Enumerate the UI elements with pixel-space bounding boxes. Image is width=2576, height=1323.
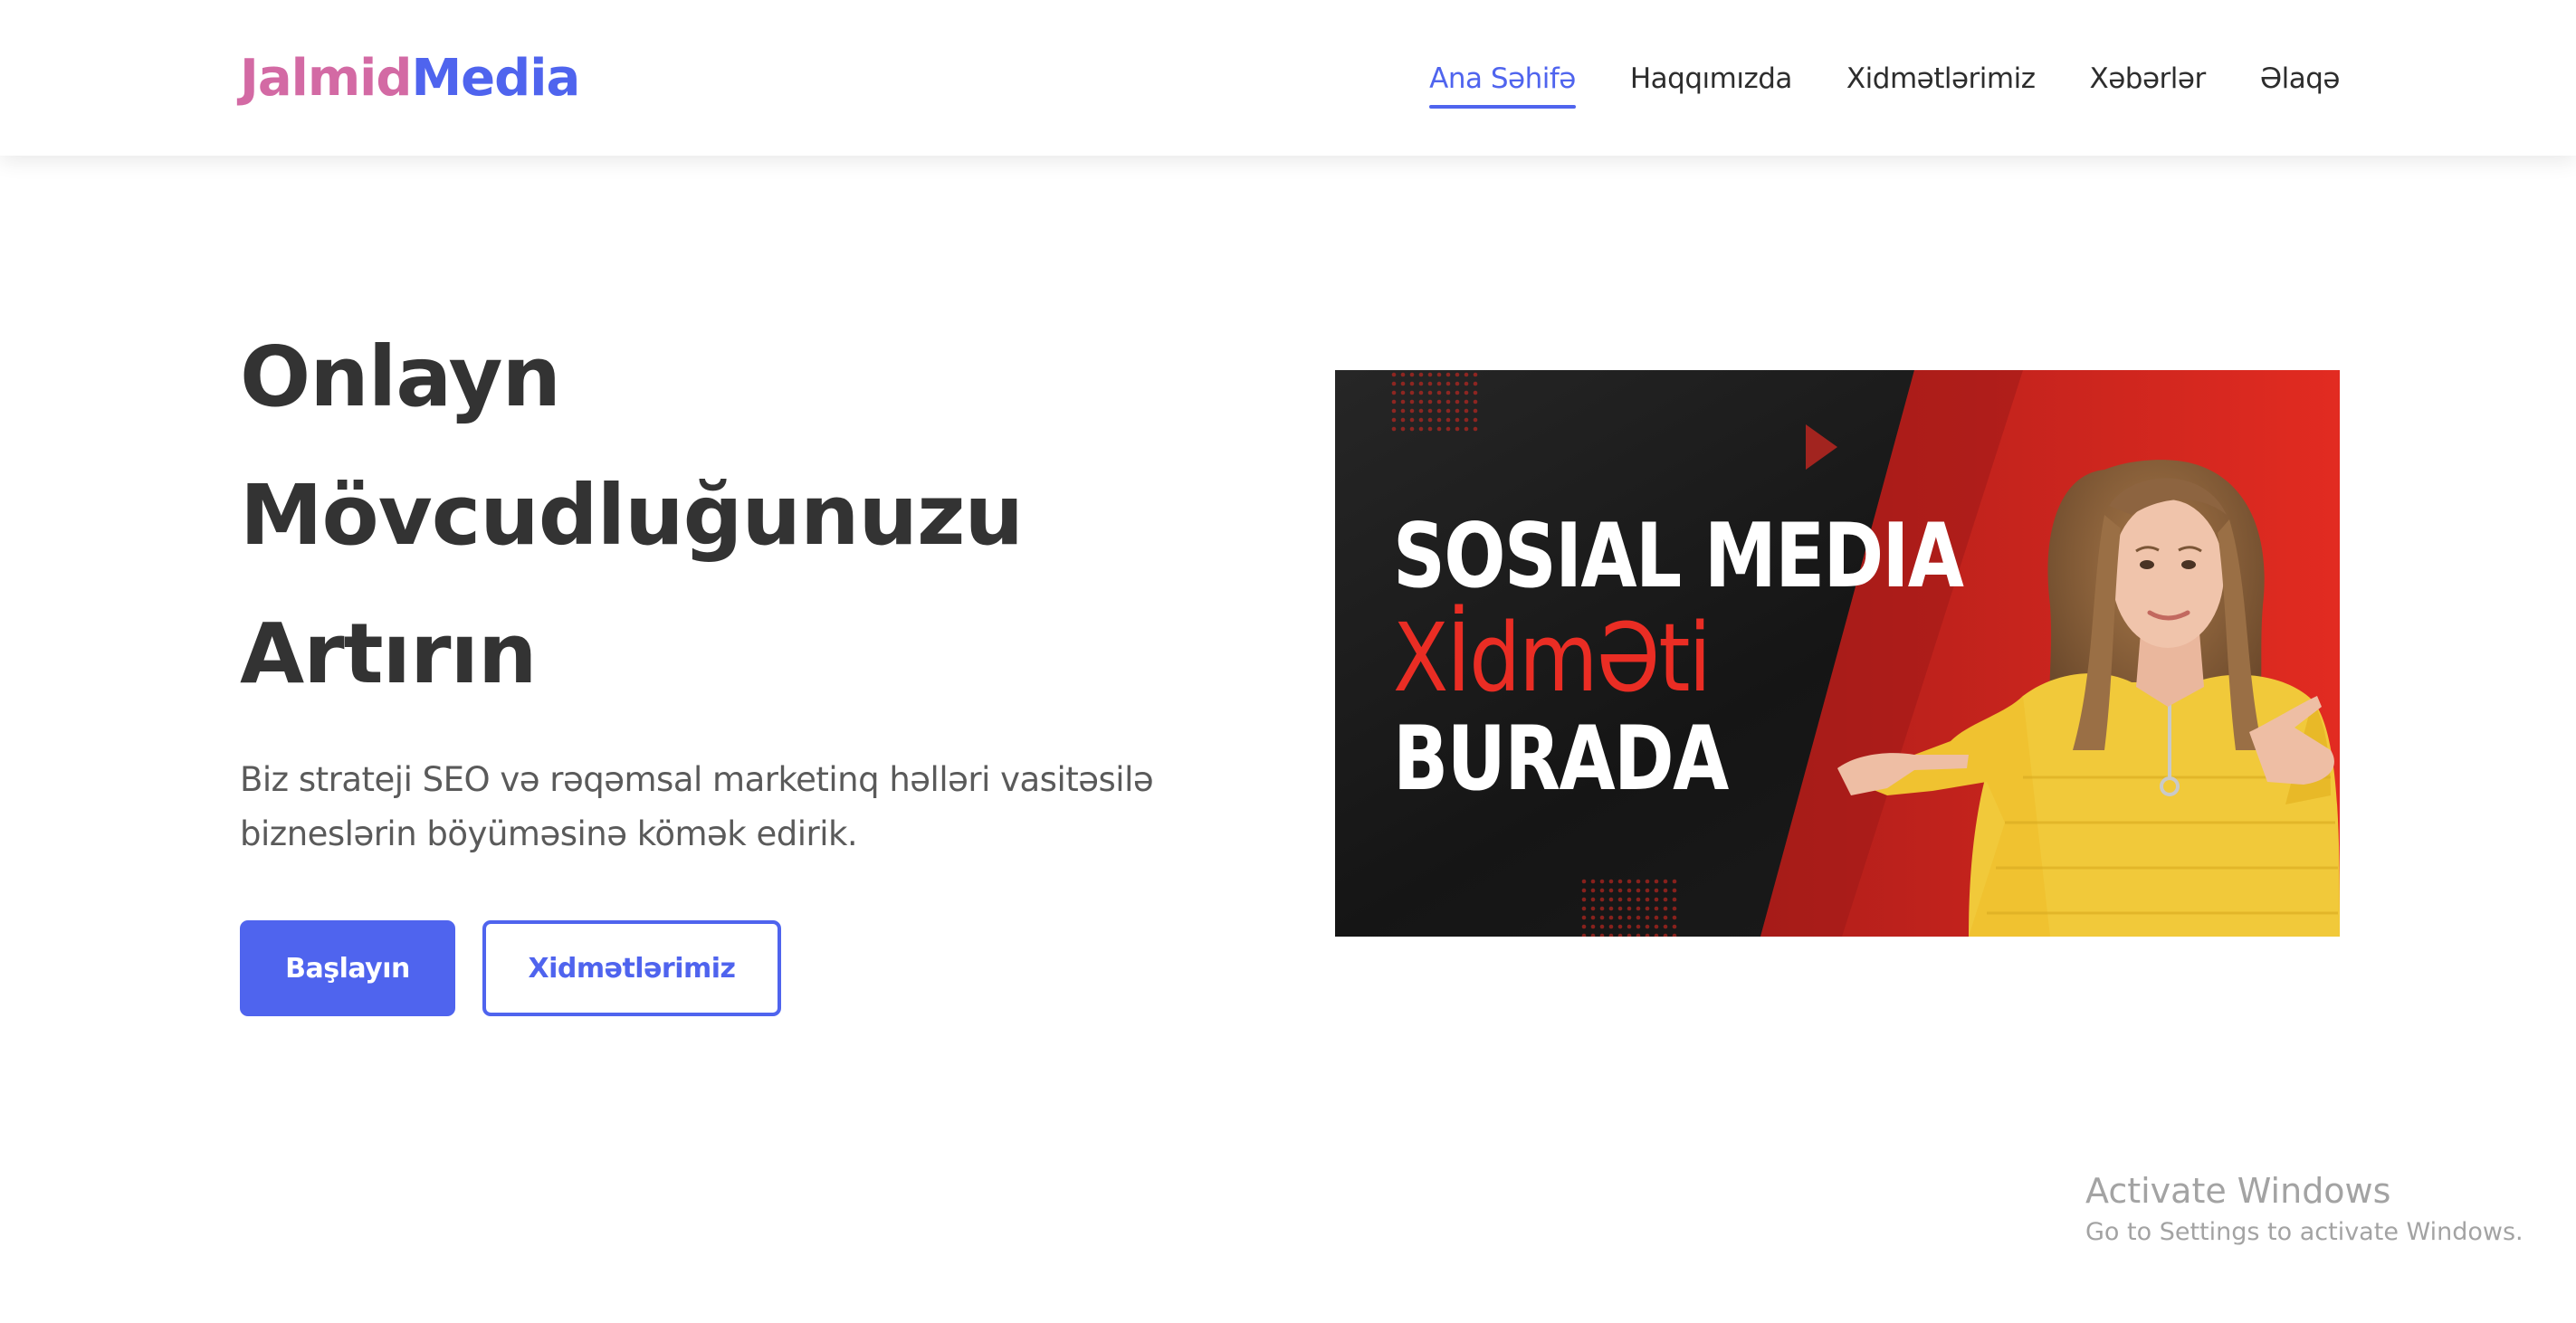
nav-link-news[interactable]: Xəbərlər	[2090, 56, 2207, 101]
logo-part-jalmid: Jalmid	[240, 49, 412, 108]
banner-line-1: SOSIAL MEDIA	[1393, 505, 1964, 608]
windows-activation-watermark: Activate Windows Go to Settings to activ…	[2085, 1167, 2524, 1251]
hero-title-line-2: Mövcudluğunuzu	[240, 467, 1024, 564]
banner-caption: SOSIAL MEDIA XİdmƏti BURADA	[1393, 506, 2087, 810]
watermark-title: Activate Windows	[2085, 1171, 2391, 1211]
nav-link-contact[interactable]: Əlaqə	[2260, 56, 2341, 101]
nav-link-about[interactable]: Haqqımızda	[1630, 56, 1793, 101]
site-header: JalmidMedia Ana Səhifə Haqqımızda Xidmət…	[0, 0, 2576, 156]
nav-link-services[interactable]: Xidmətlərimiz	[1846, 56, 2036, 101]
hero-title: Onlayn Mövcudluğunuzu Artırın	[240, 308, 1190, 723]
hero-description-line-2: bizneslərin böyüməsinə kömək edirik.	[240, 814, 858, 853]
services-button[interactable]: Xidmətlərimiz	[482, 920, 781, 1016]
banner-line-3: BURADA	[1393, 708, 1729, 811]
logo-part-media: Media	[411, 49, 580, 108]
watermark-subtitle: Go to Settings to activate Windows.	[2085, 1218, 2524, 1246]
hero-description: Biz strateji SEO və rəqəmsal marketinq h…	[240, 753, 1190, 861]
nav-link-home[interactable]: Ana Səhifə	[1429, 56, 1576, 109]
hero-description-line-1: Biz strateji SEO və rəqəmsal marketinq h…	[240, 760, 1154, 799]
hero-title-line-3: Artırın	[240, 605, 538, 702]
get-started-button[interactable]: Başlayın	[240, 920, 455, 1016]
hero-banner-image: SOSIAL MEDIA XİdmƏti BURADA	[1335, 370, 2340, 937]
main-nav: Ana Səhifə Haqqımızda Xidmətlərimiz Xəbə…	[1429, 56, 2341, 109]
site-logo[interactable]: JalmidMedia	[240, 47, 580, 110]
hero-title-line-1: Onlayn	[240, 328, 561, 425]
banner-line-2: XİdmƏti	[1393, 603, 1712, 713]
